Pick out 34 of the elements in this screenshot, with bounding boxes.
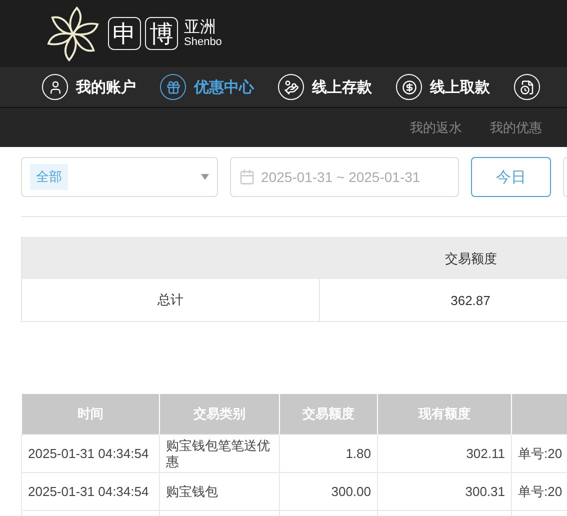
nav-item[interactable] — [514, 74, 540, 100]
table-cell: 1.80 — [280, 434, 378, 472]
table-cell: 购宝钱包笔笔送优惠 — [160, 434, 280, 472]
logo-latin-name: Shenbo — [184, 36, 222, 48]
logo-character: 申 — [108, 17, 141, 50]
subnav-link[interactable]: 我的返水 — [410, 118, 462, 136]
user-icon — [42, 74, 68, 100]
summary-header-cell: 交易额度 — [320, 238, 567, 279]
table-cell: 2025-01-31 04:34:54 — [22, 434, 160, 472]
nav-item[interactable]: 优惠中心 — [160, 74, 254, 100]
subnav-link[interactable]: 我的优惠 — [490, 118, 542, 136]
table-cell: 300.31 — [378, 472, 512, 510]
logo-character: 博 — [145, 17, 178, 50]
calendar-icon — [239, 169, 255, 185]
clock-document-icon — [514, 74, 540, 100]
caret-icon — [201, 174, 209, 180]
table-cell: 2025-01-31 04:34:54 — [22, 472, 160, 510]
type-select[interactable]: 全部 — [21, 157, 218, 197]
date-range-field[interactable]: 2025-01-31 ~ 2025-01-31 — [230, 157, 459, 197]
hand-coins-icon — [278, 74, 304, 100]
summary-cell: 总计 — [22, 279, 320, 321]
table-cell: 购宝钱包 — [160, 472, 280, 510]
logo-name: 亚洲 — [184, 18, 217, 36]
dollar-coin-icon — [396, 74, 422, 100]
date-button[interactable]: 今日 — [471, 157, 551, 197]
table-cell: 单号:20 — [512, 434, 567, 472]
nav-item[interactable]: 线上取款 — [396, 74, 490, 100]
gift-icon — [160, 74, 186, 100]
table-cell: 300.00 — [280, 472, 378, 510]
type-tag: 全部 — [30, 164, 68, 190]
summary-cell: 362.87 — [320, 279, 567, 321]
table-cell: 302.11 — [378, 434, 512, 472]
nav-item[interactable]: 线上存款 — [278, 74, 372, 100]
nav-item[interactable]: 我的账户 — [42, 74, 136, 100]
